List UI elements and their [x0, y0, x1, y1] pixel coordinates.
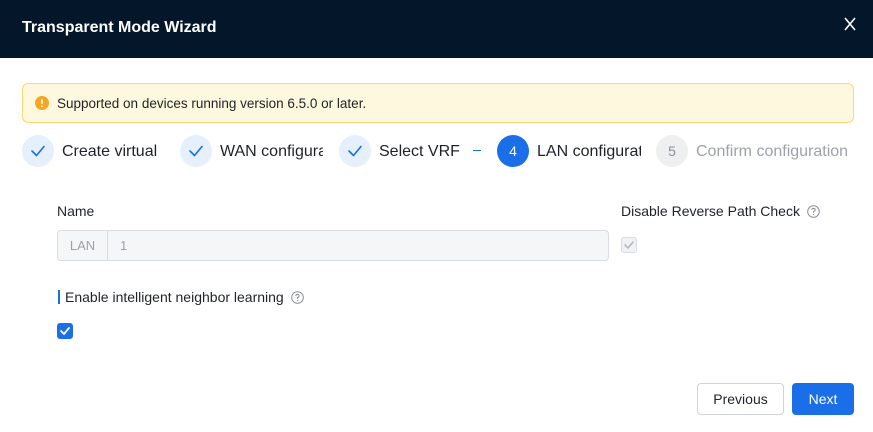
step-complete-badge — [22, 135, 54, 167]
step-select-vrf[interactable]: Select VRF — [339, 135, 464, 167]
dialog-title: Transparent Mode Wizard — [22, 19, 217, 36]
neighbor-learning-checkbox[interactable] — [57, 323, 73, 339]
name-label: Name — [57, 203, 95, 219]
reverse-path-label-text: Disable Reverse Path Check — [621, 203, 800, 219]
step-label: LAN configuration — [537, 143, 641, 160]
help-icon[interactable] — [807, 205, 820, 218]
reverse-path-checkbox[interactable] — [621, 237, 637, 253]
check-icon — [624, 241, 634, 249]
step-pending-badge: 5 — [656, 135, 688, 167]
step-number: 5 — [668, 143, 676, 159]
check-icon — [60, 327, 70, 335]
check-icon — [348, 145, 362, 157]
reverse-path-label: Disable Reverse Path Check — [621, 202, 820, 220]
check-icon — [31, 145, 45, 157]
step-complete-badge — [180, 135, 212, 167]
step-create-virtual[interactable]: Create virtual — [22, 135, 162, 167]
dialog-header: Transparent Mode Wizard — [0, 0, 873, 58]
required-marker — [58, 290, 60, 304]
neighbor-learning-label: Enable intelligent neighbor learning — [65, 288, 304, 306]
help-icon[interactable] — [290, 291, 304, 304]
name-input-group: LAN 1 — [57, 230, 609, 261]
close-icon — [844, 17, 856, 31]
step-number: 4 — [509, 143, 517, 159]
warning-icon — [35, 96, 49, 110]
step-complete-badge — [339, 135, 371, 167]
name-prefix: LAN — [58, 231, 108, 260]
neighbor-learning-label-text: Enable intelligent neighbor learning — [65, 289, 284, 305]
step-connector — [473, 150, 481, 151]
check-icon — [189, 145, 203, 157]
step-wan-configuration[interactable]: WAN configuration — [180, 135, 325, 167]
step-label: Confirm configuration — [696, 143, 849, 160]
step-confirm-configuration[interactable]: 5 Confirm configuration — [656, 135, 861, 167]
step-lan-configuration[interactable]: 4 LAN configuration — [497, 135, 642, 167]
step-label: Select VRF — [379, 143, 460, 160]
next-button[interactable]: Next — [792, 383, 854, 415]
previous-button[interactable]: Previous — [697, 383, 784, 415]
name-input[interactable]: 1 — [109, 231, 607, 260]
close-button[interactable] — [840, 14, 860, 34]
version-notice: Supported on devices running version 6.5… — [22, 83, 854, 123]
step-active-badge: 4 — [497, 135, 529, 167]
notice-text: Supported on devices running version 6.5… — [57, 96, 367, 111]
step-label: Create virtual — [62, 143, 158, 160]
step-label: WAN configuration — [220, 143, 323, 160]
